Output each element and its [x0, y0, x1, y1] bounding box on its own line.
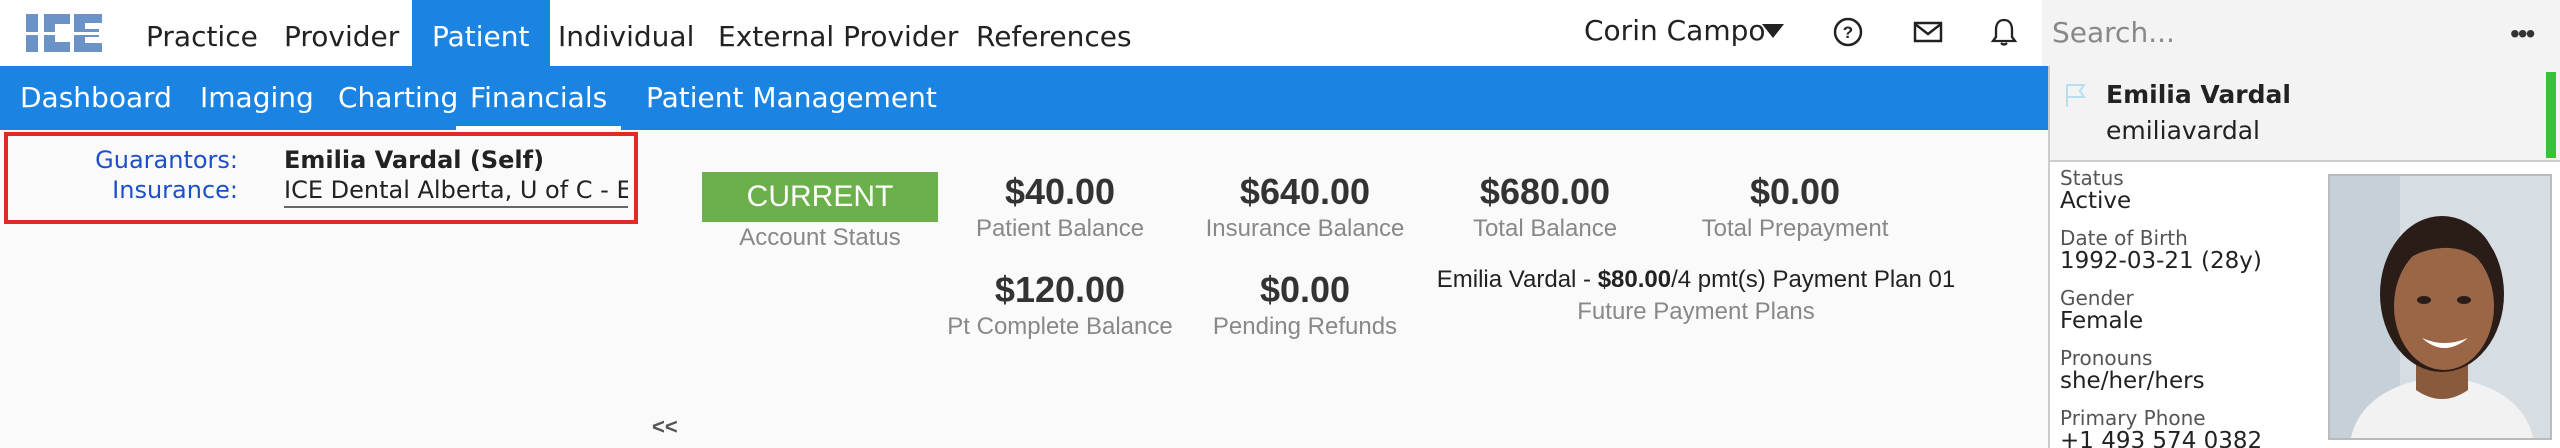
total-prepayment-stat: $0.00 Total Prepayment: [1680, 170, 1910, 244]
pronouns-label: Pronouns: [2060, 346, 2153, 370]
patient-subnav: Dashboard Imaging Charting Financials Pa…: [0, 66, 2048, 130]
mail-icon[interactable]: [1912, 16, 1944, 48]
pending-refunds-label: Pending Refunds: [1212, 313, 1398, 340]
dob-label: Date of Birth: [2060, 226, 2188, 250]
flag-icon[interactable]: [2064, 82, 2088, 108]
future-payment-plans-label: Future Payment Plans: [1577, 298, 1815, 325]
payment-plan-link[interactable]: Emilia Vardal - $80.00/4 pmt(s) Payment …: [1434, 266, 1958, 294]
tab-charting[interactable]: Charting: [338, 66, 458, 130]
tab-imaging[interactable]: Imaging: [200, 66, 314, 130]
patient-balance-label: Patient Balance: [975, 215, 1145, 242]
account-status-badge: CURRENT: [702, 172, 938, 222]
topnav-external-provider[interactable]: External Provider: [718, 0, 958, 66]
financials-content: Guarantors: Emilia Vardal (Self) Insuran…: [0, 130, 2048, 448]
topnav-provider[interactable]: Provider: [284, 0, 399, 66]
ellipsis-icon[interactable]: •••: [2510, 18, 2535, 50]
guarantors-value: Emilia Vardal (Self): [284, 146, 545, 174]
status-value: Active: [2060, 188, 2132, 214]
bell-icon[interactable]: [1988, 16, 2020, 48]
pending-refunds-value: $0.00: [1259, 269, 1351, 310]
collapse-panel-button[interactable]: <<: [652, 414, 678, 440]
chevron-down-icon[interactable]: [1762, 24, 1784, 38]
gender-label: Gender: [2060, 286, 2134, 310]
guarantors-label[interactable]: Guarantors:: [95, 146, 238, 174]
patient-balance-stat: $40.00 Patient Balance: [950, 170, 1170, 244]
svg-text:?: ?: [1843, 23, 1853, 42]
pt-complete-balance-stat: $120.00 Pt Complete Balance: [940, 268, 1180, 342]
payment-plan-suffix: /4 pmt(s) Payment Plan 01: [1671, 266, 1956, 293]
insurance-value[interactable]: ICE Dental Alberta, U of C - E...: [284, 176, 628, 208]
topnav-individual[interactable]: Individual: [558, 0, 694, 66]
insurance-balance-stat: $640.00 Insurance Balance: [1190, 170, 1420, 244]
guarantor-insurance-box: Guarantors: Emilia Vardal (Self) Insuran…: [4, 132, 638, 224]
total-balance-stat: $680.00 Total Balance: [1440, 170, 1650, 244]
account-status-label: Account Status: [739, 224, 901, 251]
patient-name: Emilia Vardal: [2106, 80, 2291, 109]
topnav-references[interactable]: References: [976, 0, 1132, 66]
insurance-balance-label: Insurance Balance: [1205, 215, 1405, 242]
total-prepayment-value: $0.00: [1749, 171, 1841, 212]
patient-header: Emilia Vardal emiliavardal: [2050, 66, 2560, 162]
insurance-balance-value: $640.00: [1239, 171, 1371, 212]
pending-refunds-stat: $0.00 Pending Refunds: [1200, 268, 1410, 342]
tab-dashboard[interactable]: Dashboard: [20, 66, 172, 130]
pt-complete-balance-label: Pt Complete Balance: [947, 313, 1173, 340]
pronouns-value: she/her/hers: [2060, 368, 2205, 394]
primary-phone-label: Primary Phone: [2060, 406, 2206, 430]
pt-complete-balance-value: $120.00: [994, 269, 1126, 310]
search-input[interactable]: [2052, 10, 2472, 54]
total-balance-value: $680.00: [1479, 171, 1611, 212]
topnav-patient[interactable]: Patient: [412, 0, 550, 66]
insurance-label[interactable]: Insurance:: [112, 176, 238, 204]
patient-summary-panel: Emilia Vardal emiliavardal Status Active…: [2048, 66, 2560, 448]
patient-username: emiliavardal: [2106, 116, 2260, 145]
help-icon[interactable]: ?: [1832, 16, 1864, 48]
payment-plan-prefix: Emilia Vardal -: [1436, 266, 1598, 293]
payment-plan-amount: $80.00: [1597, 266, 1672, 293]
primary-phone-value: +1 493 574 0382: [2060, 428, 2263, 448]
topnav-practice[interactable]: Practice: [146, 0, 258, 66]
patient-active-indicator: [2546, 72, 2556, 158]
ice-logo[interactable]: [22, 12, 104, 56]
tab-financials[interactable]: Financials: [456, 66, 622, 130]
patient-photo[interactable]: [2328, 174, 2552, 440]
search-area: [2042, 0, 2560, 66]
top-navigation-bar: Practice Provider Patient Individual Ext…: [0, 0, 2048, 66]
total-balance-label: Total Balance: [1472, 215, 1618, 242]
gender-value: Female: [2060, 308, 2144, 334]
patient-balance-value: $40.00: [1004, 171, 1116, 212]
status-label: Status: [2060, 166, 2124, 190]
user-menu-name[interactable]: Corin Campo: [1584, 14, 1766, 47]
dob-value: 1992-03-21 (28y): [2060, 248, 2262, 274]
total-prepayment-label: Total Prepayment: [1701, 215, 1889, 242]
tab-patient-management[interactable]: Patient Management: [646, 66, 937, 130]
